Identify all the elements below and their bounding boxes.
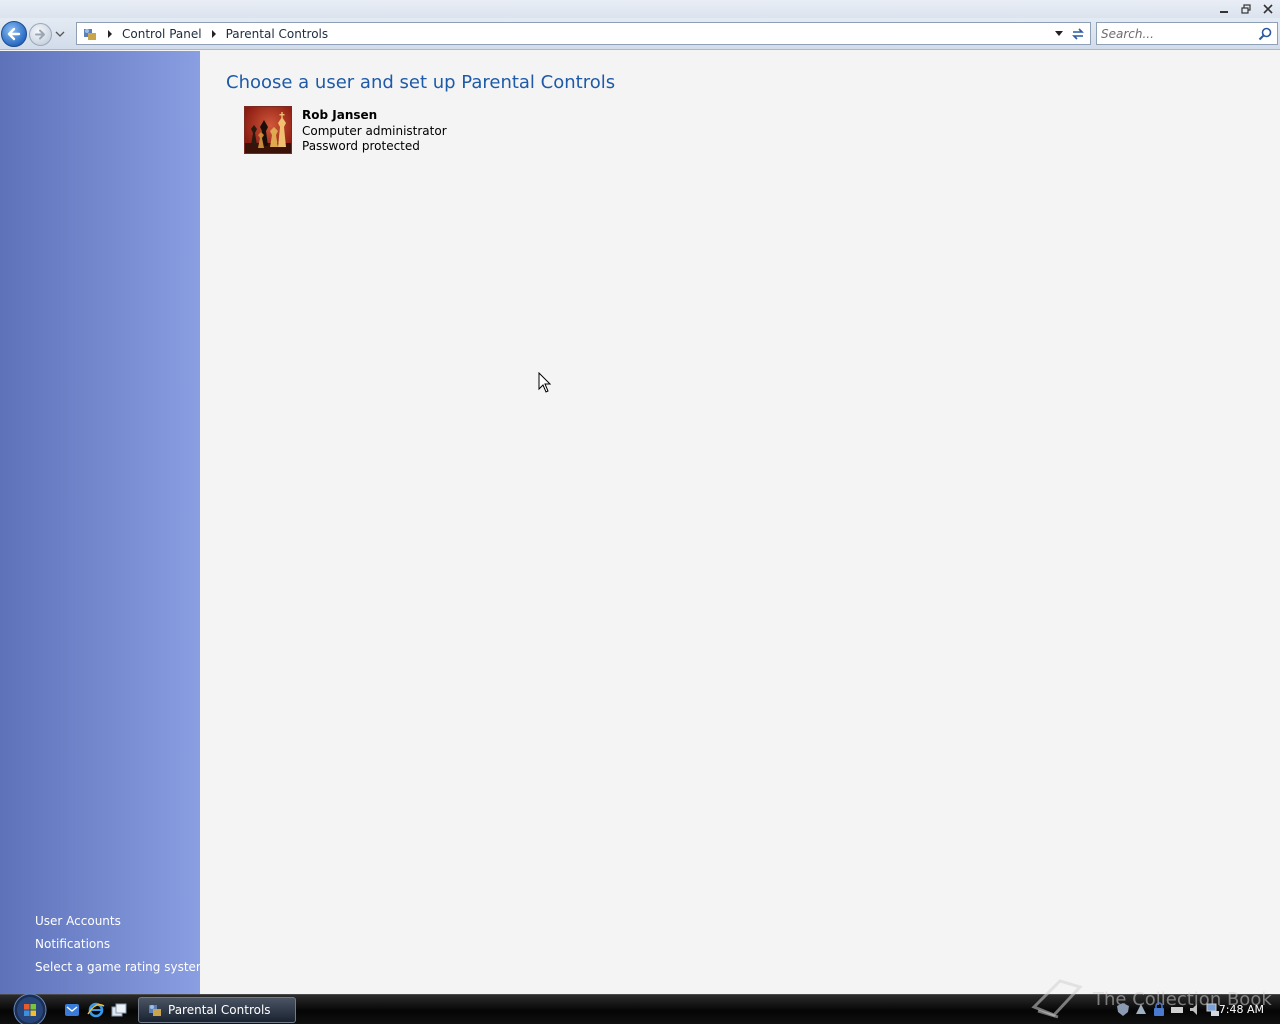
notifications-link[interactable]: Notifications <box>35 933 208 956</box>
game-rating-system-link[interactable]: Select a game rating system <box>35 956 208 979</box>
clock[interactable]: 7:48 AM <box>1219 1003 1264 1016</box>
breadcrumb-separator-icon[interactable] <box>210 29 218 38</box>
search-input[interactable] <box>1101 25 1251 42</box>
user-password-status: Password protected <box>302 139 420 153</box>
page-title: Choose a user and set up Parental Contro… <box>226 72 616 93</box>
breadcrumb-separator-icon[interactable] <box>106 29 114 38</box>
recent-pages-dropdown-icon[interactable] <box>55 29 65 39</box>
user-account-tile[interactable]: Rob Jansen Computer administrator Passwo… <box>244 106 484 156</box>
taskbar: Parental Controls The Collection Book 7:… <box>0 979 1280 1024</box>
volume-tray-icon[interactable] <box>1188 1002 1202 1017</box>
avatar <box>244 106 292 154</box>
mouse-pointer-icon <box>538 372 552 393</box>
switch-windows-icon[interactable] <box>110 1001 128 1019</box>
notification-area <box>1116 1002 1220 1017</box>
refresh-icon[interactable] <box>1070 26 1086 42</box>
chess-pieces-avatar-icon <box>245 112 291 153</box>
address-bar[interactable]: Control Panel Parental Controls <box>76 22 1091 45</box>
main-content: Choose a user and set up Parental Contro… <box>200 51 1280 994</box>
back-button[interactable] <box>1 21 27 47</box>
taskbar-button-label: Parental Controls <box>168 1003 271 1017</box>
window-title-bar <box>0 0 1280 18</box>
mail-quick-launch-icon[interactable] <box>63 1001 81 1019</box>
defender-tray-icon[interactable] <box>1134 1002 1148 1017</box>
keyboard-tray-icon[interactable] <box>1170 1002 1184 1017</box>
back-arrow-icon <box>7 27 21 41</box>
user-role: Computer administrator <box>302 124 447 138</box>
forward-button[interactable] <box>29 23 52 46</box>
lock-tray-icon[interactable] <box>1152 1002 1166 1017</box>
control-panel-icon <box>84 28 96 40</box>
internet-explorer-icon[interactable] <box>87 1001 105 1019</box>
forward-arrow-icon <box>35 29 45 40</box>
taskbar-button-parental-controls[interactable]: Parental Controls <box>138 997 296 1023</box>
breadcrumb-control-panel[interactable]: Control Panel <box>122 27 202 41</box>
minimize-button[interactable] <box>1214 1 1234 16</box>
control-panel-icon <box>149 1005 161 1016</box>
left-task-pane: User Accounts Notifications Select a gam… <box>0 51 208 994</box>
see-also-links: User Accounts Notifications Select a gam… <box>35 910 208 979</box>
start-button[interactable] <box>9 991 51 1024</box>
book-watermark-icon <box>1031 979 1083 1019</box>
close-button[interactable] <box>1258 1 1278 16</box>
address-history-dropdown-icon[interactable] <box>1054 30 1064 38</box>
restore-icon <box>1241 3 1251 14</box>
user-name: Rob Jansen <box>302 108 378 122</box>
window-controls <box>1214 1 1278 16</box>
user-accounts-link[interactable]: User Accounts <box>35 910 208 933</box>
navigation-bar: Control Panel Parental Controls <box>0 18 1280 50</box>
close-icon <box>1263 3 1273 14</box>
minimize-icon <box>1220 10 1228 13</box>
search-icon[interactable] <box>1258 27 1272 41</box>
restore-button[interactable] <box>1236 1 1256 16</box>
security-tray-icon[interactable] <box>1116 1002 1130 1017</box>
breadcrumb-parental-controls[interactable]: Parental Controls <box>226 27 329 41</box>
search-box[interactable] <box>1096 22 1278 45</box>
